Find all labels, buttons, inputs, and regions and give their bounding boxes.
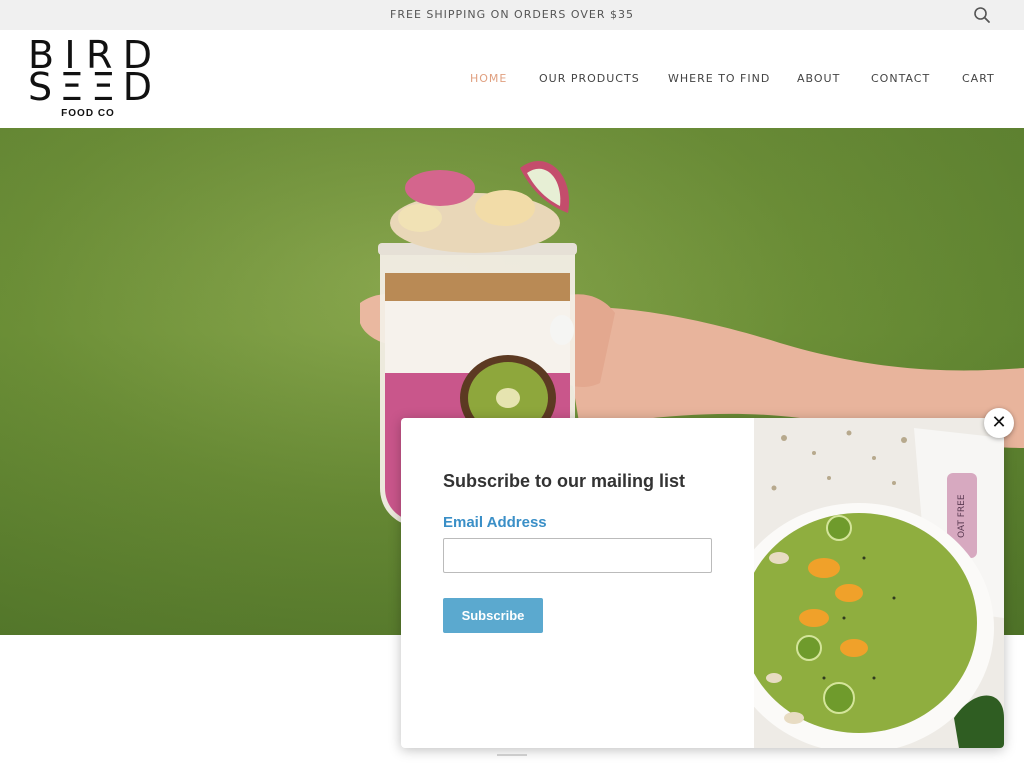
nav-home[interactable]: HOME [470, 72, 507, 85]
nav-about[interactable]: ABOUT [797, 72, 840, 85]
subscribe-button[interactable]: Subscribe [443, 598, 543, 633]
nav-cart[interactable]: CART [962, 72, 995, 85]
search-icon[interactable] [973, 6, 991, 24]
divider [497, 754, 527, 756]
popup-title: Subscribe to our mailing list [443, 471, 686, 491]
smoothie-bowl-illustration: OAT FREE [754, 418, 1004, 748]
nav-our-products[interactable]: OUR PRODUCTS [539, 72, 640, 85]
email-field[interactable] [443, 538, 712, 573]
smoothie-bowl-image: OAT FREE [754, 418, 1004, 748]
announcement-text: FREE SHIPPING ON ORDERS OVER $35 [390, 8, 634, 21]
nav-contact[interactable]: CONTACT [871, 72, 930, 85]
announcement-bar: FREE SHIPPING ON ORDERS OVER $35 [0, 0, 1024, 30]
close-popup-button[interactable]: ✕ [984, 408, 1014, 438]
main-nav: HOME OUR PRODUCTS WHERE TO FIND ABOUT CO… [0, 72, 1024, 88]
email-label: Email Address [443, 514, 547, 531]
site-header: B I R D S Ξ Ξ D FOOD CO HOME OUR PRODUCT… [0, 30, 1024, 128]
nav-where-to-find[interactable]: WHERE TO FIND [668, 72, 770, 85]
logo-subtitle: FOOD CO [61, 108, 115, 119]
mailing-list-popup: Subscribe to our mailing list Email Addr… [401, 418, 1004, 748]
close-icon: ✕ [991, 412, 1007, 433]
packet-label: OAT FREE [957, 494, 967, 538]
